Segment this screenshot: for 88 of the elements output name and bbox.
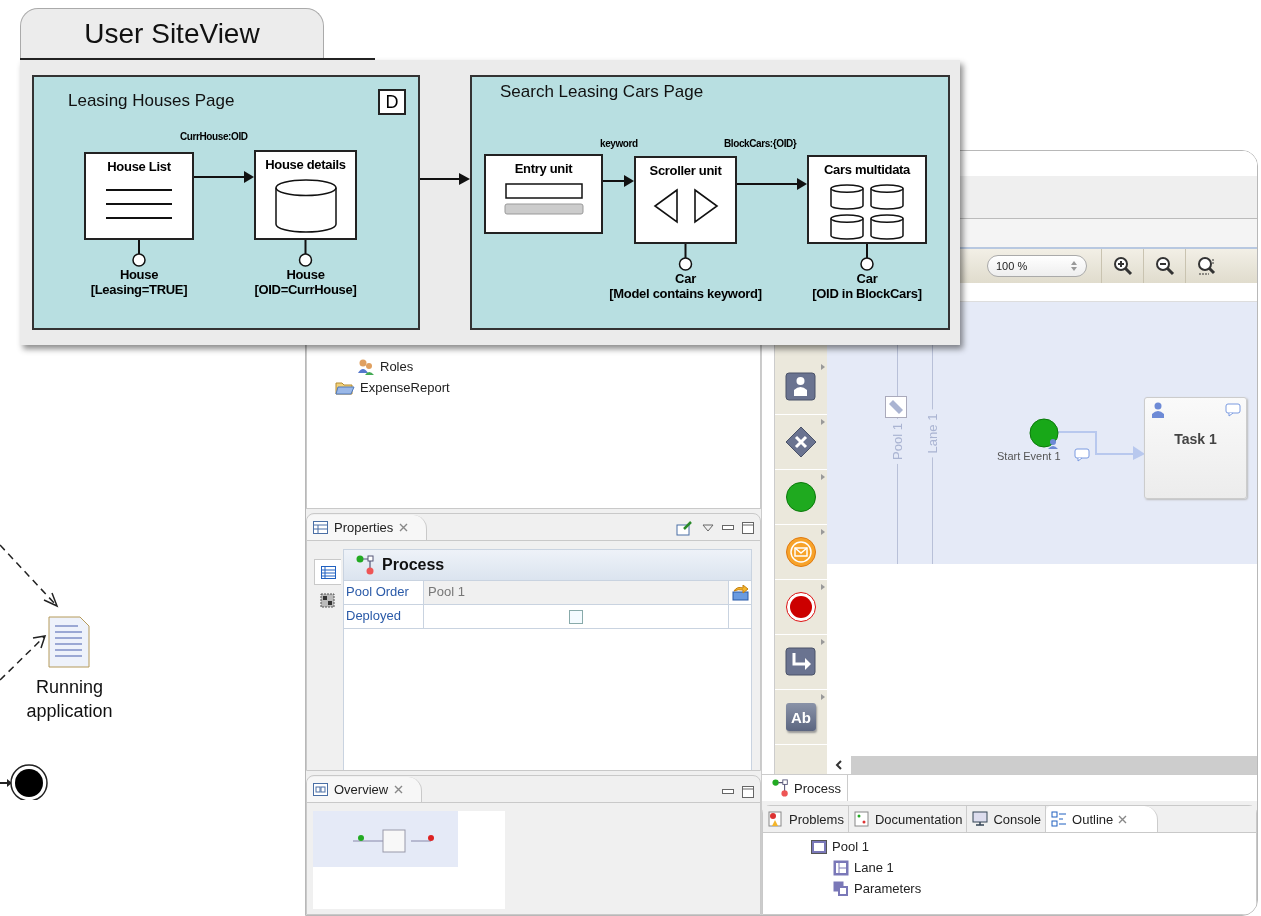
tree-item[interactable]: Pool 1 (832, 839, 869, 854)
zoom-fit-icon (1196, 256, 1217, 276)
folder-icon (335, 379, 355, 396)
unit-title: House details (265, 157, 346, 172)
people-icon (357, 358, 375, 375)
document-icon (48, 616, 90, 668)
dashed-arrow (0, 635, 47, 681)
maximize-icon[interactable] (742, 786, 754, 798)
property-value[interactable]: Pool 1 (424, 581, 729, 604)
process-icon (772, 778, 790, 798)
selector-condition: [Leasing=TRUE] (90, 282, 188, 297)
scrollbar[interactable] (851, 756, 1257, 774)
start-event-icon (785, 481, 817, 513)
parameters-icon (833, 880, 849, 897)
entity-label: Car (675, 271, 696, 286)
link-arrow (420, 173, 470, 185)
process-icon (356, 555, 376, 575)
link-label: keyword (600, 138, 638, 149)
node-label: Running application (25, 676, 114, 723)
selector-condition: [Model contains keyword] (609, 286, 762, 301)
person-icon (1151, 402, 1165, 418)
unit-title: House List (107, 159, 171, 174)
selector-condition: [OID=CurrHouse] (254, 282, 357, 297)
warning-icon (768, 811, 784, 827)
link-arrow (193, 171, 254, 183)
cylinders-icon (829, 183, 905, 241)
close-icon[interactable] (1118, 814, 1128, 824)
outline-icon (1051, 811, 1068, 827)
unit-title: Cars multidata (823, 162, 911, 177)
entity-label: House (119, 267, 159, 282)
start-event-icon (1029, 418, 1061, 450)
task-label: Task 1 (1174, 431, 1217, 449)
close-icon[interactable] (394, 785, 404, 794)
overview-icon (313, 783, 328, 796)
tree-item[interactable]: ExpenseReport (360, 380, 450, 395)
tree-item[interactable]: Parameters (854, 881, 922, 896)
close-icon[interactable] (399, 523, 409, 532)
minimize-icon[interactable] (722, 525, 734, 531)
view-menu-icon[interactable] (702, 524, 714, 532)
page-badge: D (378, 89, 406, 115)
selector-condition: [OID in BlockCars] (812, 286, 922, 301)
page-title: Search Leasing Cars Page (500, 82, 704, 102)
checkbox[interactable] (569, 609, 583, 624)
table-icon (313, 521, 328, 534)
cylinder-icon (273, 178, 338, 234)
view-tab[interactable]: Outline (1046, 806, 1159, 832)
event-label: Start Event 1 (997, 450, 1061, 462)
tree-item[interactable]: Roles (380, 359, 414, 374)
chevron-left-icon (835, 760, 843, 770)
message-event-icon (785, 536, 817, 568)
grid-icon (319, 592, 335, 608)
tree-item[interactable]: Lane 1 (854, 860, 894, 875)
pin-icon[interactable] (676, 520, 694, 536)
spinner-icon[interactable] (1070, 260, 1078, 272)
table-icon (320, 565, 336, 579)
edit-order-icon[interactable] (731, 584, 749, 601)
link-arrow (736, 178, 807, 190)
page-title: Leasing Houses Page (68, 91, 235, 111)
document-icon (853, 811, 870, 827)
siteview-tab[interactable]: User SiteView (20, 8, 324, 58)
unit-title: Entry unit (514, 161, 573, 176)
properties-tab[interactable]: Properties (307, 515, 428, 540)
side-tab[interactable] (314, 559, 341, 585)
end-event-icon (785, 591, 817, 623)
zoom-in-icon (1112, 256, 1133, 276)
person-icon (785, 372, 817, 402)
text-field-icon (503, 182, 584, 216)
final-state-icon (10, 764, 48, 800)
lane-icon (833, 859, 849, 876)
link-label: BlockCars:{OID} (724, 138, 797, 149)
section-title: Process (382, 556, 445, 574)
zoom-field[interactable]: 100 % (987, 255, 1087, 277)
gateway-icon (785, 426, 817, 458)
dashed-arrow (0, 544, 59, 608)
entity-label: House (286, 267, 325, 282)
arrow (0, 779, 12, 787)
zoom-out-icon (1154, 256, 1175, 276)
overview-tab[interactable]: Overview (307, 777, 423, 802)
arrows-icon (652, 188, 719, 224)
monitor-icon (972, 811, 989, 827)
minimize-icon[interactable] (722, 789, 734, 795)
entity-label: Car (856, 271, 878, 286)
maximize-icon[interactable] (742, 522, 754, 534)
link-label: CurrHouse:OID (180, 131, 248, 142)
pool-icon (811, 839, 827, 854)
task-node[interactable]: Task 1 (1144, 397, 1247, 499)
link-arrow (602, 175, 634, 187)
unit-title: Scroller unit (649, 163, 722, 178)
